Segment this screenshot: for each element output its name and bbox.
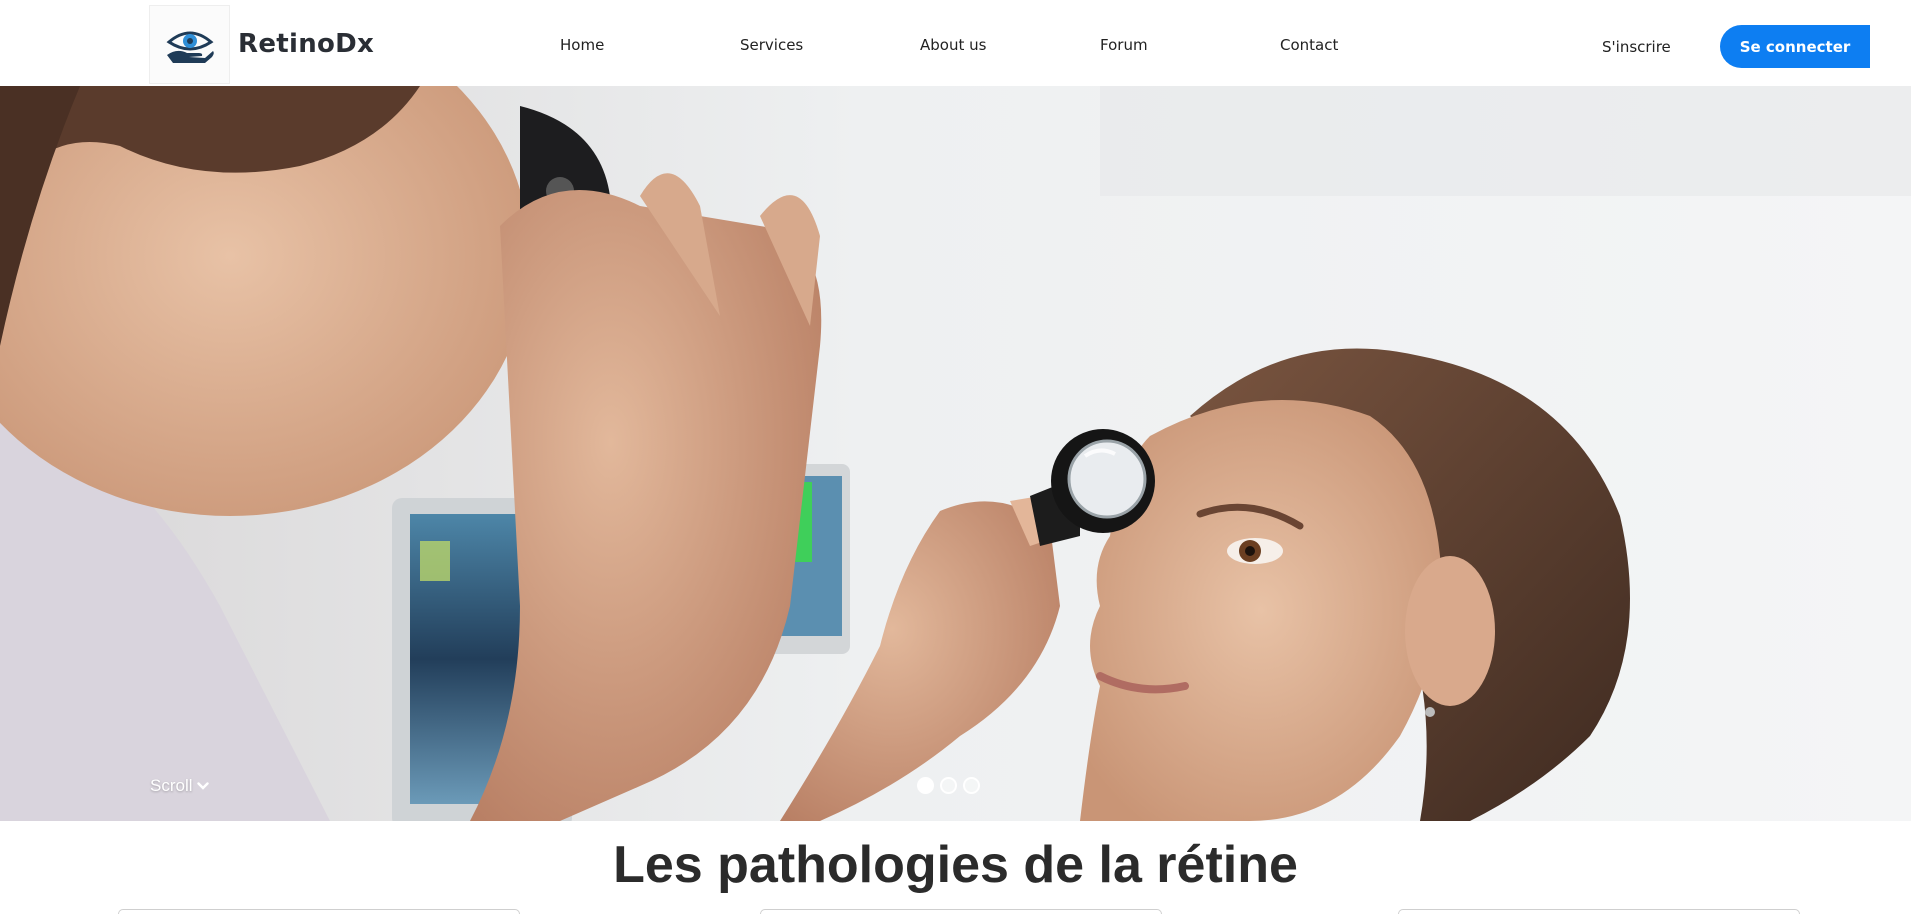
scroll-label: Scroll [150,776,193,795]
site-header: RetinoDx Home Services About us Forum Co… [0,0,1911,86]
hero-image [0,86,1911,821]
nav-contact[interactable]: Contact [1280,36,1338,54]
nav-home[interactable]: Home [560,36,604,54]
chevron-down-icon [196,782,209,790]
eye-in-hand-icon [166,31,214,63]
nav-forum[interactable]: Forum [1100,36,1148,54]
pathology-card[interactable] [1398,909,1800,914]
nav-about-us[interactable]: About us [920,36,986,54]
nav-services[interactable]: Services [740,36,803,54]
carousel-dot-3[interactable] [963,777,980,794]
pathology-card[interactable] [118,909,520,914]
signup-link[interactable]: S'inscrire [1602,38,1671,56]
carousel-indicators [917,777,980,794]
login-button[interactable]: Se connecter [1720,25,1870,68]
logo[interactable] [149,5,230,84]
scroll-indicator[interactable]: Scroll [150,776,209,796]
brand-name[interactable]: RetinoDx [238,29,374,59]
section-title: Les pathologies de la rétine [613,836,1298,894]
hero-carousel: Scroll [0,86,1911,821]
pathology-card[interactable] [760,909,1162,914]
carousel-dot-1[interactable] [917,777,934,794]
carousel-dot-2[interactable] [940,777,957,794]
